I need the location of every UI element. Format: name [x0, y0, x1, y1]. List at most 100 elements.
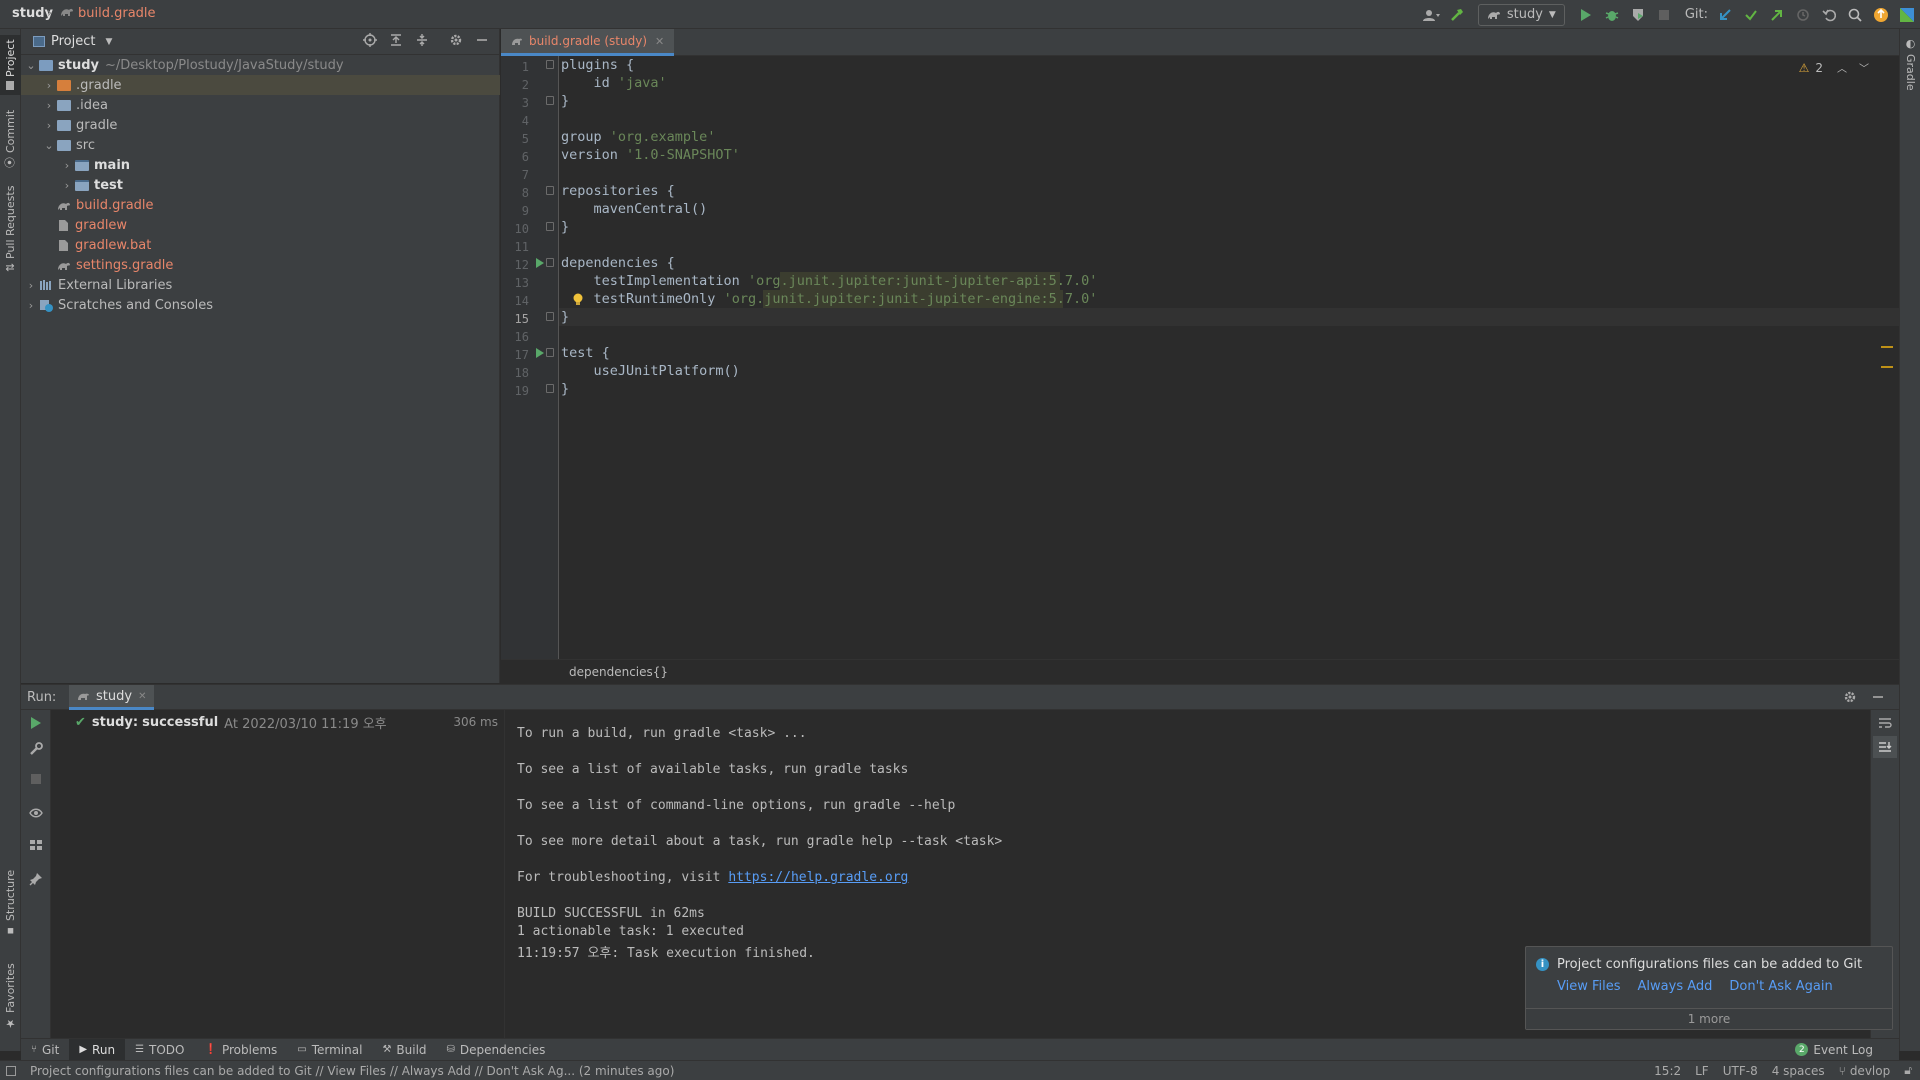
tool-tab-problems[interactable]: ❗ Problems [195, 1039, 288, 1061]
notification-more[interactable]: 1 more [1526, 1008, 1892, 1029]
wrench-icon[interactable] [29, 742, 43, 756]
search-icon[interactable] [1842, 4, 1868, 26]
tree-item[interactable]: › External Libraries [21, 275, 500, 295]
pin-icon[interactable] [29, 872, 43, 886]
tab-commit[interactable]: ⦿ Commit [0, 109, 21, 169]
indent-setting[interactable]: 4 spaces [1772, 1064, 1825, 1078]
chevron-down-icon[interactable]: ▼ [105, 37, 112, 47]
fold-marker-icon[interactable] [546, 384, 554, 393]
chevron-right-icon[interactable]: › [59, 179, 75, 192]
gear-icon[interactable] [449, 33, 463, 47]
code-line[interactable]: } [561, 218, 569, 236]
git-push-icon[interactable] [1764, 4, 1790, 26]
error-stripe-mark[interactable] [1881, 346, 1893, 348]
layout-icon[interactable] [29, 838, 43, 852]
chevron-right-icon[interactable]: › [59, 159, 75, 172]
inspection-widget[interactable]: ⚠ 2 ︿ ﹀ [1799, 60, 1869, 76]
coverage-icon[interactable] [1625, 4, 1651, 26]
tab-project[interactable]: Project [0, 35, 21, 95]
chevron-down-icon[interactable]: ⌄ [41, 139, 57, 152]
tree-item[interactable]: › .idea [21, 95, 500, 115]
code-line[interactable]: testImplementation 'org.junit.jupiter:ju… [561, 272, 1098, 290]
always-add-link[interactable]: Always Add [1638, 979, 1713, 994]
chevron-down-icon[interactable]: ⌄ [23, 59, 39, 72]
git-branch-widget[interactable]: ⑂ devlop [1839, 1064, 1891, 1078]
fold-marker-icon[interactable] [546, 186, 554, 195]
expand-all-icon[interactable] [389, 33, 403, 47]
run-tab-study[interactable]: study ✕ [69, 685, 155, 710]
scroll-to-end-icon[interactable] [1873, 736, 1897, 758]
code-line[interactable]: group 'org.example' [561, 128, 715, 146]
tree-item[interactable]: › gradle [21, 115, 500, 135]
fold-marker-icon[interactable] [546, 258, 554, 267]
tree-item[interactable]: › test [21, 175, 500, 195]
collapse-all-icon[interactable] [415, 33, 429, 47]
tab-structure[interactable]: ▪ Structure [0, 869, 21, 939]
tree-root[interactable]: ⌄ study ~/Desktop/Plostudy/JavaStudy/stu… [21, 55, 500, 75]
fold-marker-icon[interactable] [546, 348, 554, 357]
debug-icon[interactable] [1599, 4, 1625, 26]
chevron-right-icon[interactable]: › [41, 99, 57, 112]
git-update-icon[interactable] [1712, 4, 1738, 26]
breadcrumb-file[interactable]: build.gradle [78, 6, 156, 21]
event-log-button[interactable]: 2 Event Log [1795, 1043, 1873, 1057]
rerun-icon[interactable] [29, 716, 43, 730]
toggle-tool-windows-icon[interactable] [6, 1065, 16, 1076]
file-encoding[interactable]: UTF-8 [1723, 1064, 1758, 1078]
previous-highlight-icon[interactable]: ︿ [1837, 60, 1847, 75]
git-commit-icon[interactable] [1738, 4, 1764, 26]
fold-marker-icon[interactable] [546, 312, 554, 321]
lock-icon[interactable]: 🔓︎ [1904, 1063, 1912, 1078]
tool-tab-build[interactable]: ⚒ Build [372, 1039, 436, 1061]
tree-item[interactable]: build.gradle [21, 195, 500, 215]
fold-marker-icon[interactable] [546, 222, 554, 231]
code-line[interactable]: plugins { [561, 56, 634, 74]
stop-icon[interactable] [29, 772, 43, 786]
run-result-row[interactable]: ✔ study: successful At 2022/03/10 11:19 … [75, 713, 387, 732]
tab-gradle[interactable]: ◐ Gradle [1900, 37, 1920, 97]
eye-icon[interactable] [29, 806, 43, 820]
code-line[interactable]: version '1.0-SNAPSHOT' [561, 146, 740, 164]
error-stripe-mark[interactable] [1881, 366, 1893, 368]
tool-tab-terminal[interactable]: ▭ Terminal [287, 1039, 372, 1061]
code-line[interactable]: } [561, 380, 569, 398]
tree-item[interactable]: settings.gradle [21, 255, 500, 275]
gear-icon[interactable] [1843, 690, 1857, 704]
dont-ask-again-link[interactable]: Don't Ask Again [1729, 979, 1832, 994]
tool-tab-run[interactable]: ▶ Run [69, 1038, 126, 1061]
tool-tab-git[interactable]: ⑂ Git [21, 1039, 69, 1061]
tab-build-gradle[interactable]: build.gradle (study) ✕ [501, 29, 675, 56]
chevron-right-icon[interactable]: › [23, 299, 39, 312]
project-view-selector[interactable]: Project [51, 34, 95, 49]
user-icon[interactable] [1418, 4, 1444, 26]
rollback-icon[interactable] [1816, 4, 1842, 26]
close-icon[interactable]: ✕ [138, 691, 146, 702]
caret-position[interactable]: 15:2 [1654, 1064, 1681, 1078]
chevron-right-icon[interactable]: › [41, 79, 57, 92]
tab-favorites[interactable]: ★ Favorites [0, 959, 21, 1034]
view-files-link[interactable]: View Files [1557, 979, 1621, 994]
run-icon[interactable] [1573, 4, 1599, 26]
fold-marker-icon[interactable] [546, 60, 554, 69]
chevron-right-icon[interactable]: › [23, 279, 39, 292]
jetbrains-toolbox-icon[interactable] [1894, 4, 1920, 26]
tree-item[interactable]: ⌄ src [21, 135, 500, 155]
soft-wrap-icon[interactable] [1878, 716, 1892, 730]
code-line[interactable]: } [561, 92, 569, 110]
history-icon[interactable] [1790, 4, 1816, 26]
tree-item[interactable]: gradlew [21, 215, 500, 235]
code-line[interactable]: useJUnitPlatform() [561, 362, 740, 380]
run-gutter-icon[interactable] [535, 347, 545, 359]
code-line[interactable]: id 'java' [561, 74, 667, 92]
build-hammer-icon[interactable] [1444, 4, 1470, 26]
tool-tab-todo[interactable]: ☰ TODO [125, 1039, 194, 1061]
intention-bulb-icon[interactable] [573, 293, 583, 306]
locate-icon[interactable] [363, 33, 377, 47]
tree-item[interactable]: › Scratches and Consoles [21, 295, 500, 315]
minimize-icon[interactable] [1871, 690, 1885, 704]
breadcrumb-item[interactable]: dependencies{} [569, 665, 668, 679]
stop-icon[interactable] [1651, 4, 1677, 26]
tree-item[interactable]: › .gradle [21, 75, 500, 95]
help-link[interactable]: https://help.gradle.org [728, 870, 908, 885]
run-gutter-icon[interactable] [535, 257, 545, 269]
